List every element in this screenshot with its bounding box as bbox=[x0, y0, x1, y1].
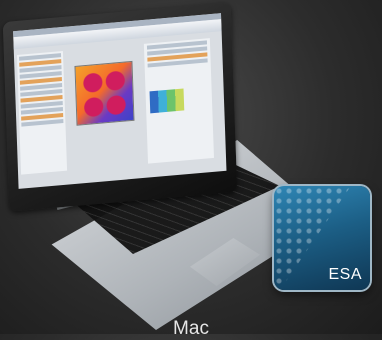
esa-app-icon: ESA bbox=[274, 186, 370, 290]
product-scene: ESA Mac bbox=[0, 0, 382, 339]
app-right-panel bbox=[143, 38, 215, 164]
app-left-panel bbox=[16, 50, 68, 175]
esa-icon-label: ESA bbox=[328, 266, 362, 283]
app-screenshot bbox=[13, 13, 227, 189]
mini-chart bbox=[149, 88, 185, 114]
heatmap-image bbox=[74, 60, 135, 126]
platform-caption: Mac bbox=[173, 318, 209, 339]
laptop-screen bbox=[2, 2, 238, 212]
